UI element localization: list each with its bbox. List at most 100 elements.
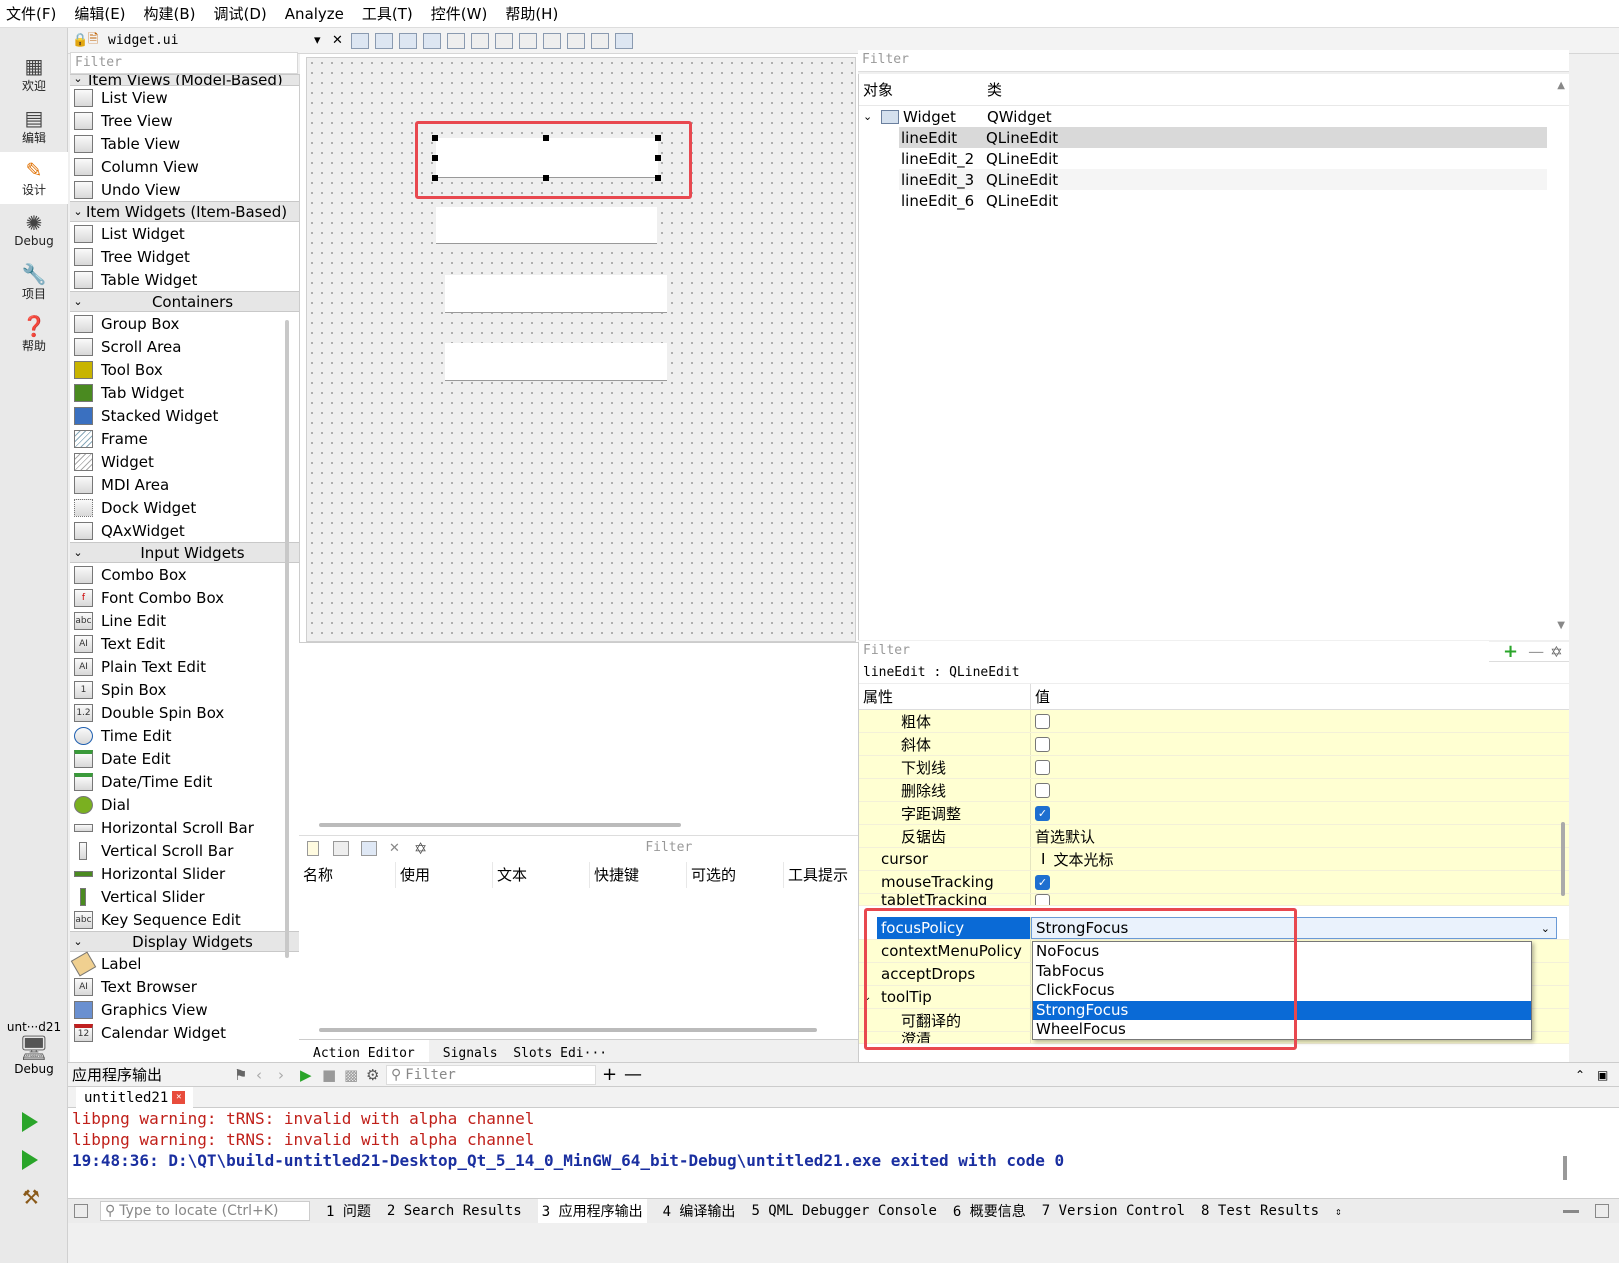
status-tab-tests[interactable]: 8 Test Results [1201, 1203, 1319, 1219]
widget-tree-view[interactable]: Tree View [70, 109, 299, 132]
status-tab-vcs[interactable]: 7 Version Control [1042, 1203, 1185, 1219]
mode-help[interactable]: ❓ 帮助 [0, 308, 68, 360]
widget-dock-widget[interactable]: Dock Widget [70, 496, 299, 519]
open-file-combo[interactable]: widget.ui [104, 33, 314, 48]
widget-plain-text-edit[interactable]: AI Plain Text Edit [70, 655, 299, 678]
widget-time-edit[interactable]: Time Edit [70, 724, 299, 747]
close-tab-icon[interactable]: ✕ [172, 1091, 186, 1104]
property-scrollbar[interactable] [1561, 822, 1565, 896]
stop-icon[interactable]: ■ [322, 1066, 344, 1084]
widget-date-edit[interactable]: Date Edit [70, 747, 299, 770]
edit-tab-order-icon[interactable] [423, 32, 441, 49]
bold-checkbox[interactable] [1035, 713, 1050, 729]
widget-dial[interactable]: Dial [70, 793, 299, 816]
copy-action-icon[interactable] [333, 841, 349, 856]
toggle-output-icon[interactable] [1595, 1204, 1609, 1218]
widget-combo-box[interactable]: Combo Box [70, 563, 299, 586]
status-tab-compile[interactable]: 4 编译输出 [663, 1201, 736, 1221]
run-button[interactable] [22, 1112, 38, 1132]
widgetbox-filter[interactable]: Filter [70, 52, 298, 74]
widget-vertical-scroll-bar[interactable]: Vertical Scroll Bar [70, 839, 299, 862]
widget-double-spin-box[interactable]: 1.2 Double Spin Box [70, 701, 299, 724]
widget-qaxwidget[interactable]: QAxWidget [70, 519, 299, 542]
col-value[interactable]: 值 [1031, 684, 1569, 709]
menu-debug[interactable]: 调试(D) [214, 3, 267, 24]
status-tab-qml[interactable]: 5 QML Debugger Console [751, 1203, 936, 1219]
layout-horizontal-icon[interactable] [447, 32, 465, 49]
mode-design[interactable]: ✎ 设计 [0, 152, 68, 204]
next-icon[interactable]: › [278, 1066, 300, 1084]
mode-welcome[interactable]: ▦ 欢迎 [0, 48, 68, 100]
col-checkable[interactable]: 可选的 [687, 862, 784, 888]
rerun-icon[interactable]: ▶ [300, 1066, 322, 1084]
property-filter[interactable]: Filter [859, 640, 1489, 663]
maximize-icon[interactable]: ⌃ [1575, 1068, 1597, 1082]
object-filter[interactable]: Filter [858, 50, 1569, 72]
configure-icon[interactable]: ✡ [414, 839, 427, 858]
debug-run-button[interactable] [22, 1150, 38, 1170]
mousetracking-checkbox[interactable]: ✓ [1035, 874, 1050, 890]
line-edit-2[interactable] [436, 207, 657, 244]
h-scrollbar[interactable] [319, 1028, 817, 1032]
prop-strikeout[interactable]: 删除线 [859, 779, 1569, 802]
configure-property-icon[interactable]: ✡ [1550, 643, 1563, 661]
italic-checkbox[interactable] [1035, 736, 1050, 752]
tree-row-lineedit[interactable]: lineEdit QLineEdit [899, 127, 1547, 148]
close-file-icon[interactable]: ✕ [328, 33, 348, 48]
kerning-checkbox[interactable]: ✓ [1035, 805, 1050, 821]
scroll-down-icon[interactable]: ▼ [1557, 620, 1565, 631]
attach-debugger-icon[interactable]: ▩ [344, 1066, 366, 1084]
widget-column-view[interactable]: Column View [70, 155, 299, 178]
locator-input[interactable]: ⚲ Type to locate (Ctrl+K) [100, 1201, 310, 1221]
widget-line-edit[interactable]: abc Line Edit [70, 609, 299, 632]
widget-text-edit[interactable]: AI Text Edit [70, 632, 299, 655]
widget-tab-widget[interactable]: Tab Widget [70, 381, 299, 404]
close-pane-icon[interactable]: ▣ [1597, 1068, 1619, 1082]
prop-antialiasing[interactable]: 反锯齿 首选默认 [859, 825, 1569, 848]
prop-mousetracking[interactable]: mouseTracking ✓ [859, 871, 1569, 894]
chevron-down-icon[interactable]: ▾ [314, 33, 328, 48]
tree-row-lineedit-2[interactable]: lineEdit_2 QLineEdit [899, 148, 1569, 169]
menu-widgets[interactable]: 控件(W) [431, 3, 488, 24]
col-shortcut[interactable]: 快捷键 [590, 862, 687, 888]
output-tab-untitled21[interactable]: untitled21 ✕ [76, 1087, 194, 1108]
col-name[interactable]: 名称 [299, 862, 396, 888]
widget-graphics-view[interactable]: Graphics View [70, 998, 299, 1021]
col-class[interactable]: 类 [987, 79, 1002, 100]
widget-table-widget[interactable]: Table Widget [70, 268, 299, 291]
gear-icon[interactable]: ⚙ [366, 1066, 386, 1084]
action-filter[interactable]: Filter [641, 837, 852, 860]
scroll-up-icon[interactable]: ▲ [1557, 80, 1565, 91]
adjust-size-icon[interactable] [615, 32, 633, 49]
progress-icon[interactable] [1563, 1209, 1579, 1213]
edit-buddies-icon[interactable] [399, 32, 417, 49]
layout-grid-icon[interactable] [567, 32, 585, 49]
h-scrollbar[interactable] [319, 823, 681, 827]
widget-calendar-widget[interactable]: 12 Calendar Widget [70, 1021, 299, 1044]
category-item-widgets[interactable]: ⌄ Item Widgets (Item-Based) [70, 201, 299, 222]
edit-signals-icon[interactable] [375, 32, 393, 49]
tree-row-lineedit-6[interactable]: lineEdit_6 QLineEdit [899, 190, 1569, 211]
menu-file[interactable]: 文件(F) [6, 3, 56, 24]
prop-cursor[interactable]: cursor I 文本光标 [859, 848, 1569, 871]
tab-signals-slots[interactable]: Signals Slots Edi··· [429, 1040, 621, 1063]
widget-spin-box[interactable]: 1 Spin Box [70, 678, 299, 701]
col-used[interactable]: 使用 [396, 862, 493, 888]
col-property[interactable]: 属性 [859, 684, 1031, 709]
status-tab-app-output[interactable]: 3 应用程序输出 [537, 1199, 647, 1223]
status-tab-issues[interactable]: 1 问题 [326, 1201, 371, 1221]
menu-help[interactable]: 帮助(H) [505, 3, 558, 24]
widget-key-sequence-edit[interactable]: abc Key Sequence Edit [70, 908, 299, 931]
widget-tree-widget[interactable]: Tree Widget [70, 245, 299, 268]
widget-scroll-area[interactable]: Scroll Area [70, 335, 299, 358]
prop-kerning[interactable]: 字距调整 ✓ [859, 802, 1569, 825]
status-tab-search[interactable]: 2 Search Results [387, 1203, 522, 1219]
prop-underline[interactable]: 下划线 [859, 756, 1569, 779]
category-input-widgets[interactable]: ⌄ Input Widgets [70, 542, 299, 563]
tree-row-widget[interactable]: ⌄ Widget QWidget [859, 106, 1569, 127]
build-hammer-icon[interactable]: ⚒ [22, 1185, 40, 1209]
col-text[interactable]: 文本 [493, 862, 590, 888]
widget-vertical-slider[interactable]: Vertical Slider [70, 885, 299, 908]
widget-datetime-edit[interactable]: Date/Time Edit [70, 770, 299, 793]
widget-horizontal-scroll-bar[interactable]: Horizontal Scroll Bar [70, 816, 299, 839]
